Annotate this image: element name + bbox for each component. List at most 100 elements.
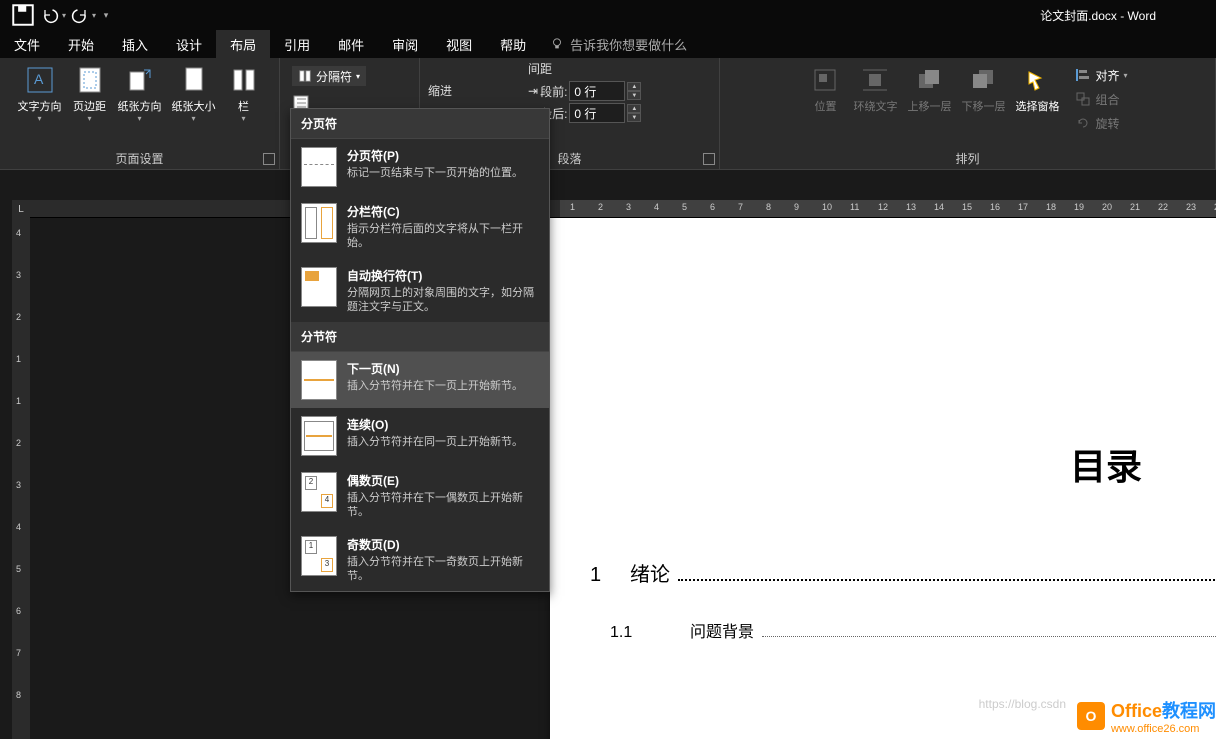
section-next-page-icon (301, 360, 337, 400)
tab-view[interactable]: 视图 (432, 30, 486, 58)
svg-text:A: A (34, 71, 44, 87)
toc-heading: 目录 (1070, 438, 1142, 490)
redo-icon (70, 2, 90, 28)
align-button[interactable]: 对齐▾ (1071, 64, 1131, 86)
tab-home[interactable]: 开始 (54, 30, 108, 58)
toc-entry-1: 1 绪论 (590, 558, 1216, 587)
orientation-icon (124, 64, 156, 96)
ruler-v-tick: 3 (16, 480, 21, 490)
size-button[interactable]: 纸张大小▾ (168, 62, 220, 144)
tab-references[interactable]: 引用 (270, 30, 324, 58)
group-label-paragraph: 段落 (557, 148, 581, 169)
spacing-after-input[interactable] (569, 103, 625, 123)
toc-entry-1-1: 1.1 问题背景 (610, 618, 1216, 642)
undo-button[interactable] (40, 2, 66, 28)
breaks-dropdown: 分页符 分页符(P)标记一页结束与下一页开始的位置。 分栏符(C)指示分栏符后面… (290, 108, 550, 592)
tab-design[interactable]: 设计 (162, 30, 216, 58)
group-arrange: 位置 环绕文字 上移一层 下移一层 选择窗格 对齐▾ (720, 58, 1216, 169)
dd-item-column-break[interactable]: 分栏符(C)指示分栏符后面的文字将从下一栏开始。 (291, 195, 549, 259)
ruler-h-tick: 23 (1186, 202, 1196, 212)
redo-button[interactable] (70, 2, 96, 28)
column-break-icon (301, 203, 337, 243)
margins-button[interactable]: 页边距▾ (68, 62, 112, 144)
section-even-page-icon: 24 (301, 472, 337, 512)
vertical-ruler[interactable]: 432112345678 (12, 218, 30, 739)
dd-item-odd-page[interactable]: 13 奇数页(D)插入分节符并在下一奇数页上开始新节。 (291, 528, 549, 592)
spacing-before-icon: ⇥ (528, 84, 538, 98)
dd-item-page-break[interactable]: 分页符(P)标记一页结束与下一页开始的位置。 (291, 139, 549, 195)
ruler-h-tick: 15 (962, 202, 972, 212)
tab-layout[interactable]: 布局 (216, 30, 270, 58)
tab-insert[interactable]: 插入 (108, 30, 162, 58)
text-wrap-break-icon (301, 267, 337, 307)
spacing-after-up[interactable]: ▲ (627, 104, 641, 113)
tell-me-placeholder: 告诉我你想要做什么 (570, 35, 687, 54)
group-label-page-setup: 页面设置 (115, 148, 163, 169)
lightbulb-icon (550, 37, 564, 51)
group-objects-button: 组合 (1071, 88, 1131, 110)
send-backward-icon (967, 64, 999, 96)
ruler-v-tick: 1 (16, 354, 21, 364)
rotate-button: 旋转 (1071, 112, 1131, 134)
dd-item-text-wrap-break[interactable]: 自动换行符(T)分隔网页上的对象周围的文字，如分隔题注文字与正文。 (291, 259, 549, 323)
ruler-v-tick: 3 (16, 270, 21, 280)
wrap-icon (859, 64, 891, 96)
ruler-h-tick: 8 (766, 202, 771, 212)
spacing-after-down[interactable]: ▼ (627, 113, 641, 122)
tab-file[interactable]: 文件 (0, 30, 54, 58)
toc-leader-dots (762, 623, 1216, 637)
page[interactable]: 目录 1 绪论 1.1 问题背景 (550, 218, 1216, 739)
save-button[interactable] (10, 2, 36, 28)
ruler-h-tick: 16 (990, 202, 1000, 212)
watermark-logo-icon: O (1077, 702, 1105, 730)
dd-item-next-page[interactable]: 下一页(N)插入分节符并在下一页上开始新节。 (291, 352, 549, 408)
bring-forward-button: 上移一层 (903, 62, 955, 144)
dd-item-even-page[interactable]: 24 偶数页(E)插入分节符并在下一偶数页上开始新节。 (291, 464, 549, 528)
document-canvas[interactable]: 目录 1 绪论 1.1 问题背景 (30, 218, 1216, 739)
dd-header-section-breaks: 分节符 (291, 322, 549, 352)
paragraph-launcher[interactable] (703, 153, 715, 165)
tab-mailings[interactable]: 邮件 (324, 30, 378, 58)
qat-customize-button[interactable]: ▾ (100, 2, 112, 28)
spacing-before-down[interactable]: ▼ (627, 91, 641, 100)
ruler-h-tick: 20 (1102, 202, 1112, 212)
columns-icon (228, 64, 260, 96)
tab-help[interactable]: 帮助 (486, 30, 540, 58)
spacing-before-input[interactable] (569, 81, 625, 101)
ruler-h-tick: 18 (1046, 202, 1056, 212)
wrap-text-button: 环绕文字 (849, 62, 901, 144)
ruler-v-tick: 2 (16, 312, 21, 322)
margins-icon (74, 64, 106, 96)
tab-review[interactable]: 审阅 (378, 30, 432, 58)
watermark: https://blog.csdn O Office教程网 www.office… (979, 697, 1216, 735)
bring-forward-icon (913, 64, 945, 96)
breaks-button[interactable]: 分隔符 ▾ (292, 66, 366, 86)
tell-me-search[interactable]: 告诉我你想要做什么 (540, 30, 697, 58)
orientation-button[interactable]: 纸张方向▾ (114, 62, 166, 144)
section-continuous-icon (301, 416, 337, 456)
ruler-h-tick: 13 (906, 202, 916, 212)
ruler-h-tick: 9 (794, 202, 799, 212)
page-size-icon (178, 64, 210, 96)
spacing-before-up[interactable]: ▲ (627, 82, 641, 91)
ruler-corner[interactable]: L (12, 200, 30, 218)
rotate-icon (1075, 115, 1091, 131)
page-break-icon (301, 147, 337, 187)
page-setup-launcher[interactable] (263, 153, 275, 165)
ruler-h-tick: 11 (850, 202, 859, 212)
toc-leader-dots (678, 567, 1216, 581)
undo-icon (40, 2, 60, 28)
quick-access-toolbar: ▾ (0, 2, 112, 28)
ruler-h-tick: 6 (710, 202, 715, 212)
position-icon (809, 64, 841, 96)
ruler-h-tick: 1 (570, 202, 575, 212)
horizontal-ruler[interactable]: 123456789101112131415161718192021222324 (30, 200, 1216, 218)
selection-pane-button[interactable]: 选择窗格 (1011, 62, 1063, 144)
window-title: 论文封面.docx - Word (1040, 7, 1156, 24)
dd-item-continuous[interactable]: 连续(O)插入分节符并在同一页上开始新节。 (291, 408, 549, 464)
text-direction-button[interactable]: A 文字方向▾ (14, 62, 66, 144)
columns-button[interactable]: 栏▾ (222, 62, 266, 144)
ruler-h-tick: 19 (1074, 202, 1084, 212)
save-icon (10, 2, 36, 28)
ribbon: A 文字方向▾ 页边距▾ 纸张方向▾ 纸张大小▾ 栏▾ 页面设置 (0, 58, 1216, 170)
